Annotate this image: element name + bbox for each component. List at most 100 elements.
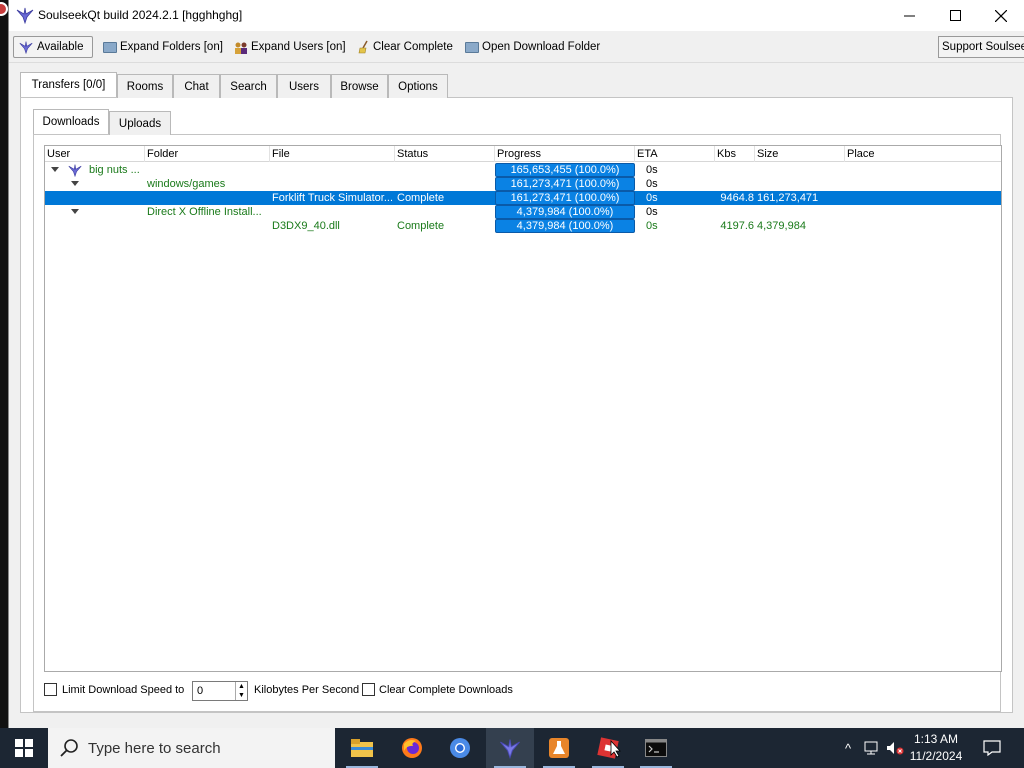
support-label: Support Soulseek — [942, 41, 1024, 53]
soulseek-taskbar-button[interactable] — [486, 728, 534, 768]
tab-search[interactable]: Search — [220, 74, 277, 98]
notification-icon — [983, 740, 1001, 756]
expand-folders-button[interactable]: Expand Folders [on] — [99, 36, 227, 58]
roblox-taskbar-button[interactable] — [584, 728, 632, 768]
taskbar-search-box[interactable]: Type here to search — [48, 728, 335, 768]
file-name: Forklift Truck Simulator... — [272, 192, 392, 204]
maximize-button[interactable] — [932, 0, 978, 31]
flask-app-taskbar-button[interactable] — [535, 728, 583, 768]
expand-users-label: Expand Users [on] — [251, 41, 346, 53]
terminal-icon — [645, 739, 667, 757]
tab-browse[interactable]: Browse — [331, 74, 388, 98]
title-bar[interactable]: SoulseekQt build 2024.2.1 [hgghhghg] — [9, 0, 1024, 31]
show-hidden-icons-icon[interactable]: ^ — [838, 741, 858, 756]
chromium-taskbar-button[interactable] — [436, 728, 484, 768]
expand-arrow-icon[interactable] — [51, 167, 59, 172]
close-icon — [995, 9, 1007, 22]
tab-options[interactable]: Options — [388, 74, 448, 98]
close-button[interactable] — [978, 0, 1024, 31]
user-name: big nuts ... — [89, 164, 140, 176]
table-row[interactable]: D3DX9_40.dll Complete 4,379,984 (100.0%)… — [45, 219, 1001, 233]
folder-icon — [103, 41, 117, 53]
network-icon[interactable] — [864, 741, 880, 755]
tab-downloads[interactable]: Downloads — [33, 109, 109, 134]
spin-down-icon[interactable]: ▼ — [235, 691, 247, 700]
status-value: Complete — [397, 220, 445, 232]
kbs-value: 4197.6 — [720, 220, 754, 232]
action-center-button[interactable] — [970, 728, 1014, 768]
clear-complete-button[interactable]: Clear Complete — [354, 36, 457, 58]
expand-arrow-icon[interactable] — [71, 181, 79, 186]
kbs-value: 9464.8 — [720, 192, 754, 204]
table-header: User Folder File Status Progress ETA Kbs… — [45, 146, 1001, 162]
tab-chat[interactable]: Chat — [173, 74, 220, 98]
flask-icon — [549, 738, 569, 758]
tab-transfers[interactable]: Transfers [0/0] — [20, 72, 117, 97]
minimize-button[interactable] — [886, 0, 932, 31]
tab-users[interactable]: Users — [277, 74, 331, 98]
speed-limit-spinbox[interactable]: 0 ▲ ▼ — [192, 681, 248, 701]
eta-value: 0s — [646, 178, 658, 190]
desktop-app-icon — [0, 2, 8, 16]
taskbar: Type here to search ^ 1:13 AM 11/2/2024 — [0, 728, 1024, 768]
spin-up-icon[interactable]: ▲ — [235, 682, 247, 691]
column-header-folder[interactable]: Folder — [145, 146, 270, 162]
search-placeholder: Type here to search — [88, 739, 221, 757]
toolbar: Available Expand Folders [on] Expand Use… — [9, 33, 1024, 61]
column-header-eta[interactable]: ETA — [635, 146, 715, 162]
firefox-taskbar-button[interactable] — [388, 728, 436, 768]
column-header-file[interactable]: File — [270, 146, 395, 162]
table-row[interactable]: Direct X Offline Install... 4,379,984 (1… — [45, 205, 1001, 219]
column-header-size[interactable]: Size — [755, 146, 845, 162]
soulseek-bird-icon — [16, 7, 34, 24]
table-row[interactable]: big nuts ... 165,653,455 (100.0%) 0s — [45, 163, 1001, 177]
clock-date: 11/2/2024 — [909, 749, 963, 763]
tab-rooms[interactable]: Rooms — [117, 74, 173, 98]
column-header-progress[interactable]: Progress — [495, 146, 635, 162]
progress-bar: 4,379,984 (100.0%) — [495, 219, 635, 233]
open-download-folder-label: Open Download Folder — [482, 41, 601, 53]
column-header-place[interactable]: Place — [845, 146, 1001, 162]
windows-logo-icon — [15, 739, 33, 757]
column-header-status[interactable]: Status — [395, 146, 495, 162]
system-clock[interactable]: 1:13 AM 11/2/2024 — [906, 731, 966, 765]
clear-complete-label: Clear Complete — [373, 41, 453, 53]
sub-tab-bar: Downloads Uploads — [33, 109, 233, 135]
support-soulseek-button[interactable]: Support Soulseek — [938, 36, 1024, 58]
progress-bar: 161,273,471 (100.0%) — [495, 177, 635, 191]
terminal-taskbar-button[interactable] — [632, 728, 680, 768]
unit-label: Kilobytes Per Second — [254, 684, 360, 696]
mouse-cursor-icon — [610, 740, 621, 758]
firefox-icon — [402, 738, 422, 758]
eta-value: 0s — [646, 220, 658, 232]
soulseek-bird-icon — [68, 164, 82, 177]
expand-users-button[interactable]: Expand Users [on] — [230, 36, 350, 58]
tab-uploads[interactable]: Uploads — [109, 111, 171, 135]
file-explorer-taskbar-button[interactable] — [338, 728, 386, 768]
soulseek-bird-icon — [500, 739, 520, 759]
expand-arrow-icon[interactable] — [71, 209, 79, 214]
table-row[interactable]: windows/games 161,273,471 (100.0%) 0s — [45, 177, 1001, 191]
desktop-left-strip — [0, 0, 8, 728]
limit-speed-checkbox[interactable] — [44, 683, 57, 696]
download-options-bar: Limit Download Speed to 0 ▲ ▼ Kilobytes … — [44, 680, 1004, 702]
soulseek-window: SoulseekQt build 2024.2.1 [hgghhghg] Ava… — [8, 0, 1024, 728]
column-header-kbs[interactable]: Kbs — [715, 146, 755, 162]
column-header-user[interactable]: User — [45, 146, 145, 162]
soulseek-bird-icon — [19, 41, 33, 54]
eta-value: 0s — [646, 164, 658, 176]
search-icon — [60, 739, 78, 757]
open-download-folder-button[interactable]: Open Download Folder — [461, 36, 604, 58]
size-value: 161,273,471 — [757, 192, 819, 204]
clear-complete-downloads-checkbox[interactable] — [362, 683, 375, 696]
clock-time: 1:13 AM — [913, 732, 959, 746]
speed-limit-value: 0 — [197, 685, 204, 697]
available-status-button[interactable]: Available — [13, 36, 93, 58]
folder-icon — [465, 41, 479, 53]
status-value: Complete — [397, 192, 445, 204]
volume-muted-icon[interactable] — [886, 741, 904, 755]
table-row[interactable]: Forklift Truck Simulator... Complete 161… — [45, 191, 1001, 205]
start-button[interactable] — [0, 728, 48, 768]
progress-bar: 4,379,984 (100.0%) — [495, 205, 635, 219]
progress-bar: 165,653,455 (100.0%) — [495, 163, 635, 177]
